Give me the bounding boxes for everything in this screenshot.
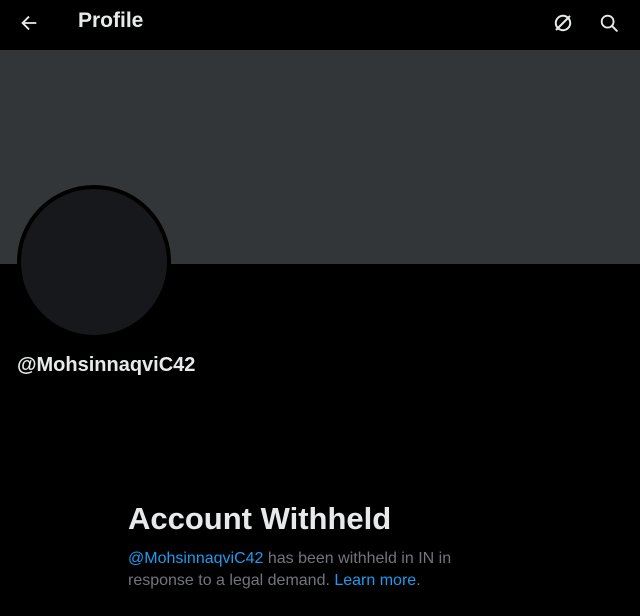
no-sync-button[interactable]	[546, 6, 580, 40]
withheld-notice: Account Withheld @MohsinnaqviC42 has bee…	[128, 500, 508, 592]
slashed-circle-icon	[554, 14, 572, 32]
search-icon	[600, 14, 618, 32]
arrow-left-icon	[21, 15, 37, 31]
header-actions	[546, 6, 626, 40]
withheld-title: Account Withheld	[128, 501, 392, 536]
page-title: Profile	[78, 9, 144, 32]
profile-page: Profile @MohsinnaqviC42 Account Withheld…	[0, 0, 640, 616]
back-button[interactable]	[12, 6, 46, 40]
withheld-message: @MohsinnaqviC42 has been withheld in IN …	[128, 548, 478, 592]
avatar	[17, 185, 171, 339]
handle-link[interactable]: @MohsinnaqviC42	[128, 550, 263, 567]
profile-handle: @MohsinnaqviC42	[17, 354, 196, 376]
withheld-period: .	[416, 572, 421, 589]
top-bar: Profile	[0, 0, 640, 48]
search-button[interactable]	[592, 6, 626, 40]
learn-more-link[interactable]: Learn more	[334, 572, 416, 589]
